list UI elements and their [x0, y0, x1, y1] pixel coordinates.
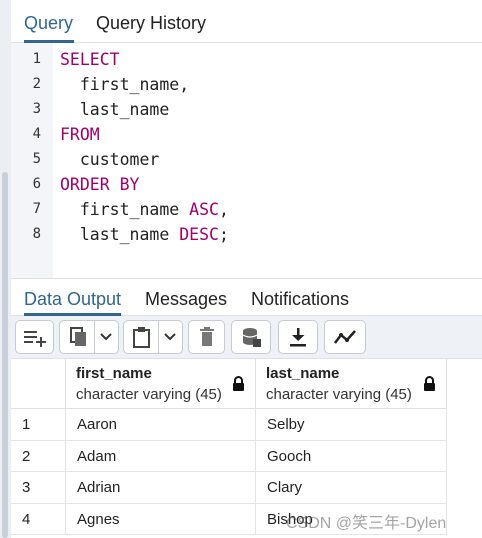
column-header-last-name[interactable]: last_name character varying (45) — [256, 359, 447, 409]
cell-last-name[interactable]: Selby — [256, 409, 447, 441]
column-type: character varying (45) — [76, 386, 222, 403]
save-data-button[interactable] — [231, 320, 271, 354]
row-number-header — [11, 359, 66, 409]
code-text: last_name — [60, 100, 170, 119]
tab-query[interactable]: Query — [24, 0, 74, 43]
sql-editor[interactable]: 1 2 3 4 5 6 7 8 SELECT first_name, last_name FRO… — [11, 43, 482, 278]
cell-first-name[interactable]: Aaron — [66, 409, 256, 441]
tab-query-history[interactable]: Query History — [96, 0, 206, 43]
add-row-button[interactable] — [15, 320, 54, 354]
cell-last-name[interactable]: Clary — [256, 472, 447, 504]
code-line: customer — [60, 147, 159, 172]
tab-messages[interactable]: Messages — [145, 279, 227, 316]
watermark: CSDN @笑三年-Dylen — [286, 515, 447, 532]
code-line: first_name ASC, — [60, 197, 229, 222]
sql-keyword: SELECT — [60, 50, 120, 69]
table-row[interactable]: 1 Aaron Selby — [11, 409, 447, 441]
cell-last-name[interactable]: Gooch — [256, 440, 447, 472]
cell-first-name[interactable]: Adam — [66, 440, 256, 472]
column-type: character varying (45) — [266, 386, 412, 403]
add-row-icon — [23, 331, 46, 347]
left-scroll-strip — [0, 0, 11, 538]
delete-button[interactable] — [188, 320, 225, 354]
tab-notifications[interactable]: Notifications — [251, 279, 349, 316]
sql-keyword: ASC — [189, 200, 219, 219]
code-line: FROM — [60, 122, 100, 147]
line-number: 7 — [32, 201, 41, 217]
sql-keyword: FROM — [60, 125, 100, 144]
line-number: 1 — [32, 51, 41, 67]
query-tabs: Query Query History — [11, 0, 482, 43]
code-text: first_name — [60, 200, 190, 219]
code-text: customer — [60, 150, 160, 169]
code-text: last_name — [60, 225, 180, 244]
line-number: 2 — [32, 76, 41, 92]
line-number: 5 — [32, 151, 41, 167]
lock-icon — [424, 376, 435, 391]
table-row[interactable]: 2 Adam Gooch — [11, 440, 447, 472]
code-text: ; — [218, 225, 229, 244]
column-header-first-name[interactable]: first_name character varying (45) — [66, 359, 256, 409]
column-name: first_name — [76, 365, 152, 382]
paste-button-group[interactable] — [123, 320, 183, 354]
chevron-down-icon[interactable] — [99, 332, 113, 342]
table-row[interactable]: 3 Adrian Clary — [11, 472, 447, 504]
line-number: 6 — [32, 176, 41, 192]
line-gutter: 1 2 3 4 5 6 7 8 — [11, 43, 53, 278]
line-number: 4 — [32, 126, 41, 142]
copy-icon — [69, 327, 86, 346]
graph-icon — [334, 330, 356, 344]
download-icon — [290, 328, 306, 347]
code-text: , — [218, 200, 229, 219]
code-line: ORDER BY — [60, 172, 139, 197]
sql-keyword: DESC — [179, 225, 219, 244]
trash-icon — [199, 327, 214, 346]
code-line: SELECT — [60, 47, 120, 72]
line-number: 8 — [32, 226, 41, 242]
copy-button-group[interactable] — [59, 320, 119, 354]
paste-icon — [132, 327, 150, 348]
code-line: last_name DESC; — [60, 222, 229, 247]
graph-visualiser-button[interactable] — [324, 320, 366, 354]
data-toolbar — [11, 316, 482, 359]
row-number[interactable]: 2 — [11, 440, 66, 472]
sql-keyword: ORDER BY — [60, 175, 140, 194]
row-number[interactable]: 1 — [11, 409, 66, 441]
tab-data-output[interactable]: Data Output — [24, 279, 122, 316]
output-tabs: Data Output Messages Notifications — [11, 278, 482, 316]
lock-icon — [233, 376, 244, 391]
column-name: last_name — [266, 365, 340, 382]
scrollbar-thumb[interactable] — [2, 172, 8, 538]
code-line: last_name — [60, 97, 169, 122]
download-button[interactable] — [278, 320, 318, 354]
database-save-icon — [242, 328, 261, 347]
cell-first-name[interactable]: Adrian — [66, 472, 256, 504]
code-line: first_name, — [60, 72, 189, 97]
code-text: first_name, — [60, 75, 190, 94]
chevron-down-icon[interactable] — [163, 332, 177, 342]
cell-first-name[interactable]: Agnes — [66, 503, 256, 535]
row-number[interactable]: 3 — [11, 472, 66, 504]
row-number[interactable]: 4 — [11, 503, 66, 535]
line-number: 3 — [32, 101, 41, 117]
